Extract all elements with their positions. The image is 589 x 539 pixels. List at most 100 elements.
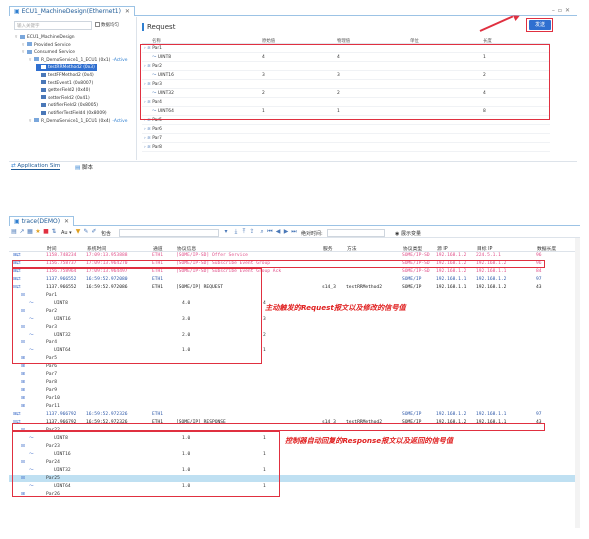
trace-row[interactable]: ⊞⇄ 1158.748234 17:09:13.953888 ETH1 [SOME/IP… — [9, 252, 580, 259]
cell-src: 192.168.1.2 — [436, 412, 467, 417]
next-icon[interactable]: ▶ — [283, 229, 289, 235]
close-icon[interactable]: ✕ — [64, 218, 69, 225]
script-icon: ▤ — [75, 165, 81, 171]
tree-item[interactable]: testFFMethod2 (0x4) — [36, 72, 96, 79]
trace-signal-row[interactable]: ⊞ Par11 — [9, 403, 580, 410]
expand-icon[interactable]: ⊞ — [21, 363, 25, 370]
trace-signal-row[interactable]: ⊞ Par10 — [9, 395, 580, 402]
trace-signal-row[interactable]: ⊞ Par8 — [9, 379, 580, 386]
prev-icon[interactable]: ◀ — [275, 229, 281, 235]
expand-icon[interactable]: ⊞ — [21, 395, 25, 402]
tree-item-label: testRRMethod2 (0x3) — [48, 65, 95, 71]
close-window-icon[interactable]: ✕ — [565, 7, 573, 14]
tab-script-label: 脚本 — [81, 165, 93, 171]
export-icon[interactable]: ⇪ — [249, 229, 255, 235]
columns-icon[interactable]: ⇅ — [51, 229, 57, 235]
col-method: 方法 — [347, 247, 357, 252]
chevron-down-icon[interactable]: ▾ — [223, 229, 229, 235]
tree-item[interactable]: notifierTestField4 (0x8009) — [36, 110, 109, 117]
match-mode-dropdown[interactable]: 包含 — [101, 230, 111, 237]
edit-icon[interactable]: ✐ — [91, 229, 97, 235]
cell-dst: 192.168.1.1 — [476, 412, 507, 417]
search-icon[interactable]: ⌕ — [259, 229, 265, 235]
trace-table-header: 时间 系统时间 通道 协议信息 服务 方法 协议类型 源 IP 目标 IP 数据… — [9, 245, 580, 252]
tab-script[interactable]: ▤ 脚本 — [75, 163, 93, 171]
uniform-data-checkbox[interactable]: 数据均匀 — [95, 22, 119, 28]
signal-name: Par9 — [46, 388, 58, 394]
tree-item[interactable]: notifierField2 (0x8005) — [36, 102, 100, 109]
expand-icon[interactable]: ⊞ — [21, 403, 25, 410]
cell-proto: SOME/IP — [402, 284, 422, 290]
cell-svc: s14_3 — [322, 284, 336, 290]
col-time: 时间 — [47, 247, 57, 252]
trace-signal-row[interactable]: ⊞ Par6 — [9, 363, 580, 370]
folder-icon — [20, 34, 25, 39]
expand-icon[interactable]: ⊞ — [21, 379, 25, 386]
expand-icon[interactable]: ⊞⇄ — [13, 411, 21, 418]
last-icon[interactable]: ⏭ — [291, 229, 297, 235]
tree-item-label: testEvent1 (0x8007) — [48, 80, 94, 86]
col-data-len: 数据长度 — [537, 247, 557, 252]
request-group-row[interactable]: › ≋ Par7 — [142, 135, 550, 143]
tree-item-label: R_DemoService1_1_ECU1 (0x4) — [41, 118, 111, 124]
search-input[interactable]: 输入关键字 — [14, 21, 92, 30]
highlight-icon[interactable]: ✎ — [83, 229, 89, 235]
first-icon[interactable]: ⏮ — [267, 229, 273, 235]
tab-application-sim[interactable]: ⇄ Application Sim — [11, 163, 61, 170]
request-group-row[interactable]: › ≋ Par8 — [142, 144, 550, 152]
trace-signal-row[interactable]: ⊞ Par9 — [9, 387, 580, 394]
bookmark-icon[interactable]: ■ — [43, 229, 49, 235]
tree-item-label: notifierField2 (0x8005) — [48, 103, 98, 109]
filter-icon[interactable]: ▼ — [75, 229, 81, 235]
tree-item[interactable]: ▿ R_DemoService1_1_ECU1 (0x1) -Active — [29, 57, 129, 64]
method-icon — [41, 72, 46, 77]
app-sim-icon: ⇄ — [11, 163, 16, 169]
chart-icon[interactable]: ↗ — [19, 229, 25, 235]
request-row-box — [12, 260, 545, 268]
request-group-row[interactable]: › ≋ Par6 — [142, 126, 550, 134]
expand-icon[interactable]: ⊞⇄ — [13, 252, 21, 259]
download-icon[interactable]: ⤓ — [233, 229, 239, 235]
cell-dst: 192.168.1.1 — [476, 268, 507, 274]
cell-time: 1137.966792 — [46, 412, 77, 417]
tree-item[interactable]: getterField2 (0x40) — [36, 87, 92, 94]
trace-scrollbar[interactable] — [575, 238, 580, 528]
show-vars-radio[interactable]: ◉ 展示变量 — [395, 230, 421, 237]
tree-item[interactable]: ▿ Consumed Service — [22, 49, 77, 56]
abs-time-input[interactable] — [327, 229, 385, 237]
cell-src: 192.168.1.2 — [436, 268, 467, 274]
document-icon: ▣ — [14, 8, 20, 15]
expand-icon[interactable]: ⊞ — [21, 371, 25, 378]
tab-ecu1-machinedesign[interactable]: ▣ ECU1_MachineDesign(Ethernet1) ✕ — [9, 6, 135, 16]
tab-trace-demo[interactable]: ▣ trace(DEMO) ✕ — [9, 216, 75, 226]
close-icon[interactable]: ✕ — [125, 8, 130, 15]
signal-phys-value: 2 — [263, 332, 266, 338]
grid-icon[interactable]: ▦ — [27, 229, 33, 235]
star-icon[interactable]: ★ — [35, 229, 41, 235]
filter-input[interactable] — [119, 229, 219, 237]
tree-item-label: getterField2 (0x40) — [48, 88, 91, 94]
tree-item[interactable]: setterField2 (0x41) — [36, 95, 92, 102]
response-row-box — [12, 423, 545, 431]
active-tag: -Active — [112, 57, 128, 63]
tree-item[interactable]: ▿ Provided Service — [22, 42, 73, 49]
folder-icon — [34, 57, 39, 62]
folder-icon — [34, 118, 39, 123]
expand-icon[interactable]: ⊞ — [21, 387, 25, 394]
tree-item-label: notifierTestField4 (0x8009) — [48, 111, 107, 116]
tree-item[interactable]: testRRMethod2 (0x3) — [36, 64, 97, 72]
tree-item[interactable]: testEvent1 (0x8007) — [36, 80, 95, 87]
upload-icon[interactable]: ⤒ — [241, 229, 247, 235]
method-icon — [41, 64, 46, 69]
save-icon[interactable]: ▤ — [11, 229, 17, 235]
cell-len: 84 — [536, 268, 542, 274]
method-icon — [41, 95, 46, 100]
trace-signal-row[interactable]: ⊞ Par7 — [9, 371, 580, 378]
tree-item-label: Provided Service — [34, 42, 71, 48]
trace-row[interactable]: ⊞⇄ 1137.966792 16:59:52.972326 ETH1 SOME/IP 1… — [9, 411, 580, 418]
cell-dst: 192.168.1.2 — [476, 276, 507, 282]
maximize-icon[interactable]: ▫ — [558, 7, 565, 14]
tree-item[interactable]: ▿ ECU1_MachineDesign — [15, 34, 77, 41]
filter-dropdown[interactable]: Au ▾ — [61, 230, 72, 236]
tree-item[interactable]: ▿ R_DemoService1_1_ECU1 (0x4) -Active — [29, 118, 129, 125]
